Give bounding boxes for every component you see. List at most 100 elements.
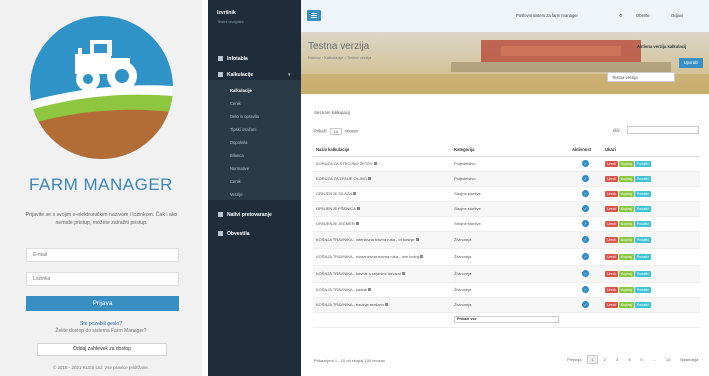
active-check-icon[interactable]: ✓ (582, 286, 589, 293)
sidebar-user-info: Testni izvajalec (217, 19, 244, 24)
sidebar-item-cenik-2[interactable]: Cenik (230, 179, 241, 184)
category-cell: Poljedelstvo (451, 171, 569, 187)
entries-per-page-select[interactable]: 10 (329, 128, 342, 135)
request-access-button[interactable]: Oddaj zahtevek za dostop (37, 343, 167, 356)
user-menu[interactable]: Izberite (636, 13, 650, 18)
active-check-icon[interactable]: ✓ (582, 236, 589, 243)
sidebar-item-bilanca[interactable]: Bilanca (230, 153, 244, 158)
copy-button[interactable]: Kopiraj (618, 160, 634, 167)
copy-button[interactable]: Kopiraj (618, 175, 634, 182)
edit-button[interactable]: Uredi (605, 286, 618, 293)
active-check-icon[interactable]: ✓ (582, 301, 589, 308)
category-cell: Strojne storitve (451, 216, 569, 232)
actions-cell: Uredi Kopiraj Podatki (602, 282, 700, 298)
sidebar-section-infotabla[interactable]: Infotabla (218, 56, 248, 62)
sidebar-item-normative[interactable]: Normative (230, 166, 249, 171)
settings-icon[interactable]: ⚙ (619, 13, 623, 18)
active-check-icon[interactable]: ✓ (582, 160, 589, 167)
table-row: ORNJENJE SILAŽA Strojne storitve ✓ Uredi Kop… (313, 186, 700, 202)
details-button[interactable]: Podatki (634, 236, 651, 243)
pagination-item[interactable]: Prejšnja (563, 355, 585, 364)
info-icon (355, 222, 359, 226)
edit-button[interactable]: Uredi (605, 220, 618, 227)
active-check-icon[interactable]: ✓ (582, 253, 589, 260)
pagination-item[interactable]: 5 (636, 355, 646, 364)
sidebar-section-obvestila[interactable]: Obvestila (218, 231, 250, 237)
email-field[interactable] (26, 248, 179, 262)
details-button[interactable]: Podatki (634, 205, 651, 212)
edit-button[interactable]: Uredi (605, 253, 618, 260)
pagination-item[interactable]: ... (649, 355, 660, 364)
pagination-item[interactable]: Naslednja (676, 355, 702, 364)
copyright-text: © 2015 - 2021 KLES Ltd. Vse pravice prid… (52, 365, 150, 370)
pagination-item[interactable]: 4 (624, 355, 634, 364)
details-button[interactable]: Podatki (634, 270, 651, 277)
sidebar-section-kalkulacije[interactable]: Kalkulacije (218, 72, 253, 78)
edit-button[interactable]: Uredi (605, 270, 618, 277)
details-button[interactable]: Podatki (634, 286, 651, 293)
pagination-item[interactable]: 2 (600, 355, 610, 364)
copy-button[interactable]: Kopiraj (618, 205, 634, 212)
active-check-icon[interactable]: ✓ (582, 270, 589, 277)
calculations-table: Naziv kalkulacije Kategorija Aktivnost U… (313, 144, 700, 328)
info-icon (353, 192, 357, 196)
column-header-active[interactable]: Aktivnost (569, 144, 602, 157)
app-window: Izvršnik Testni izvajalec Infotabla Kalk… (208, 0, 709, 376)
details-button[interactable]: Podatki (634, 301, 651, 308)
column-header-category[interactable]: Kategorija (451, 144, 569, 157)
logout-link[interactable]: Odjavi (671, 13, 683, 18)
active-check-icon[interactable]: ✓ (582, 190, 589, 197)
login-button[interactable]: Prijava (26, 296, 179, 311)
calculation-name: KORUZA ZA ZRNJE OLJNO (316, 176, 367, 181)
version-select[interactable]: Testna verzija (607, 72, 675, 82)
password-field[interactable] (26, 272, 179, 286)
pagination-item[interactable]: 10 (662, 355, 674, 364)
active-check-icon[interactable]: ✓ (582, 205, 589, 212)
edit-button[interactable]: Uredi (605, 205, 618, 212)
calculation-name: KOŠNJA TRAVNIKA - ekstenzivna travna ruš… (316, 254, 420, 259)
sidebar-item-verzije[interactable]: Verzije (230, 192, 243, 197)
details-button[interactable]: Podatki (634, 253, 651, 260)
sidebar-item-tipski[interactable]: Tipski izračuni (230, 127, 256, 132)
edit-button[interactable]: Uredi (605, 160, 618, 167)
table-row: KOŠNJA TRAVNIKA - travnik s sejanimi tra… (313, 265, 700, 283)
menu-toggle-icon[interactable] (307, 10, 321, 21)
edit-button[interactable]: Uredi (605, 190, 618, 197)
details-button[interactable]: Podatki (634, 175, 651, 182)
copy-button[interactable]: Kopiraj (618, 190, 634, 197)
pagination-item[interactable]: 1 (587, 355, 598, 364)
sidebar-item-cenik[interactable]: Cenik (230, 101, 241, 106)
search-input[interactable] (627, 126, 699, 134)
forgot-password-link[interactable]: Ste pozabili geslo? (0, 321, 202, 327)
active-check-icon[interactable]: ✓ (582, 175, 589, 182)
calculation-name: ORNJENJE PŠENICA (316, 206, 356, 211)
calculation-name: KOŠNJA TRAVNIKA - travinje mešano (316, 302, 385, 307)
details-button[interactable]: Podatki (634, 190, 651, 197)
sidebar-item-dopolnila[interactable]: Dopolnila (230, 140, 247, 145)
sidebar-item-delo[interactable]: Delo in opravila (230, 114, 259, 119)
column-header-actions: Ukazi (602, 144, 700, 157)
pagination-item[interactable]: 3 (612, 355, 622, 364)
copy-button[interactable]: Kopiraj (618, 236, 634, 243)
copy-button[interactable]: Kopiraj (618, 253, 634, 260)
brand-title: FARM MANAGER (29, 175, 173, 194)
category-filter-select[interactable]: Prikaži vse (454, 316, 559, 323)
details-button[interactable]: Podatki (634, 160, 651, 167)
sidebar-section-nalivi[interactable]: Nalivi pretovaranje (218, 212, 272, 218)
copy-button[interactable]: Kopiraj (618, 286, 634, 293)
calculation-name-cell: KOŠNJA TRAVNIKA - travnik s sejanimi tra… (313, 265, 451, 283)
active-check-icon[interactable]: ✓ (582, 220, 589, 227)
apply-version-button[interactable]: Uporabi (679, 58, 703, 68)
calculator-icon (218, 72, 223, 78)
column-header-name[interactable]: Naziv kalkulacije (313, 144, 451, 157)
sidebar-item-kalkulacije[interactable]: Kalkulacije (230, 88, 252, 93)
details-button[interactable]: Podatki (634, 220, 651, 227)
edit-button[interactable]: Uredi (605, 175, 618, 182)
copy-button[interactable]: Kopiraj (618, 220, 634, 227)
copy-button[interactable]: Kopiraj (618, 270, 634, 277)
copy-button[interactable]: Kopiraj (618, 301, 634, 308)
edit-button[interactable]: Uredi (605, 301, 618, 308)
edit-button[interactable]: Uredi (605, 236, 618, 243)
table-row: KOŠNJA TRAVNIKA - ekstenzivna travna ruš… (313, 248, 700, 266)
table-row: KOŠNJA TRAVNIKA - intenzivna travna ruša… (313, 231, 700, 249)
